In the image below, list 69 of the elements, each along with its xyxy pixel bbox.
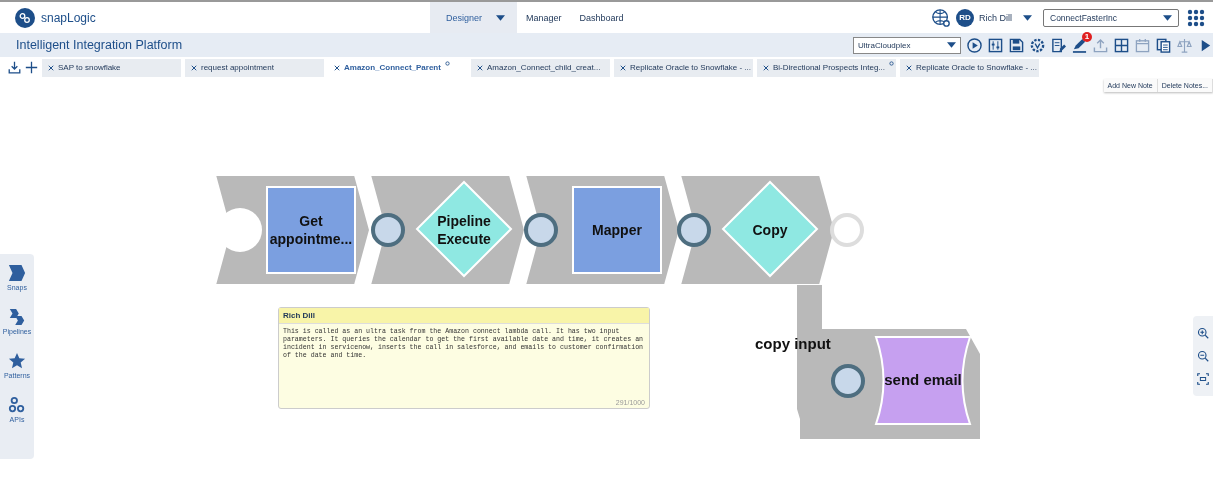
note-card[interactable] [278, 307, 650, 409]
caret-icon[interactable] [1023, 14, 1032, 21]
tab-label: Bi-Directional Prospects Integ... [773, 63, 886, 72]
pipeline-tab[interactable]: SAP to snowflake [42, 58, 181, 77]
note-author: Rich Dill [279, 308, 649, 324]
play-icon[interactable] [967, 37, 982, 53]
output-port[interactable] [677, 213, 711, 247]
fit-screen-icon[interactable] [1197, 373, 1209, 385]
snap-label: Mapper [592, 221, 642, 239]
notification-badge: 1 [1082, 31, 1092, 42]
close-icon[interactable] [477, 64, 483, 71]
pipeline-tab[interactable]: Bi-Directional Prospects Integ... [757, 58, 896, 77]
snap-label: Pipeline Execute [436, 212, 492, 248]
user-avatar[interactable]: RD [956, 8, 974, 27]
pen-icon[interactable] [1072, 37, 1087, 53]
close-icon[interactable] [334, 64, 340, 71]
org-select[interactable]: ConnectFasterInc [1043, 8, 1179, 27]
pipeline-tab[interactable]: Replicate Oracle to Snowflake - ... [614, 58, 753, 77]
pipeline-tab[interactable]: request appointment [185, 58, 324, 77]
page-title: Intelligent Integration Platform [16, 38, 183, 52]
snap-label: Get appointme... [268, 212, 354, 248]
star-icon[interactable] [8, 352, 26, 370]
snap-node[interactable] [875, 336, 971, 425]
copy-icon[interactable] [1156, 37, 1171, 53]
close-icon[interactable] [48, 64, 54, 71]
tab-label: Replicate Oracle to Snowflake - ... [630, 63, 751, 72]
nav-tab[interactable]: Designer [430, 2, 518, 33]
pipeline-tab[interactable]: Replicate Oracle to Snowflake - ... [900, 58, 1039, 77]
apps-grid-icon[interactable] [1187, 8, 1205, 27]
input-port[interactable] [831, 364, 865, 398]
snap-label: send email [883, 371, 963, 388]
nav-tab[interactable]: Manager [517, 2, 571, 33]
close-icon[interactable] [191, 64, 197, 71]
caret-icon[interactable] [496, 14, 506, 21]
output-port[interactable] [371, 213, 405, 247]
close-icon[interactable] [620, 64, 626, 71]
download-icon[interactable] [8, 61, 21, 74]
zoom-in-icon[interactable] [1197, 327, 1209, 339]
snap-node[interactable] [721, 180, 819, 278]
snap-node[interactable] [415, 180, 513, 278]
save-icon[interactable] [1009, 37, 1024, 53]
tab-label: SAP to snowflake [58, 63, 121, 72]
branch-label: copy input [755, 335, 831, 352]
snap-node[interactable] [572, 186, 662, 274]
double-chevron-icon[interactable] [8, 308, 26, 326]
brand-name: snapLogic [41, 10, 96, 25]
snaplex-select[interactable]: UltraCloudplex [853, 36, 961, 54]
chevron-icon[interactable] [8, 264, 26, 282]
settings-icon[interactable] [988, 37, 1003, 53]
close-icon[interactable] [763, 64, 769, 71]
tab-label: request appointment [201, 63, 274, 72]
output-port[interactable] [524, 213, 558, 247]
close-icon[interactable] [906, 64, 912, 71]
add-icon[interactable] [25, 61, 38, 74]
snap-label: Copy [752, 221, 788, 239]
tab-label: Replicate Oracle to Snowflake - ... [916, 63, 1037, 72]
pipeline-tab[interactable]: Amazon_Connect_child_creat... [471, 58, 610, 77]
logo-icon [15, 7, 35, 28]
caret-icon [1163, 14, 1172, 21]
tab-label: Amazon_Connect_Parent [344, 63, 441, 72]
snap-node[interactable] [266, 186, 356, 274]
globe-search-icon[interactable] [931, 7, 951, 28]
tab-label: Amazon_Connect_child_creat... [487, 63, 601, 72]
caret-icon [947, 42, 956, 48]
nav-tab[interactable]: Dashboard [570, 2, 633, 33]
edit-document-icon[interactable] [1051, 37, 1066, 53]
grid-icon[interactable] [1114, 37, 1129, 53]
user-name[interactable]: Rich Dill [979, 12, 1012, 23]
zoom-out-icon[interactable] [1197, 350, 1209, 362]
